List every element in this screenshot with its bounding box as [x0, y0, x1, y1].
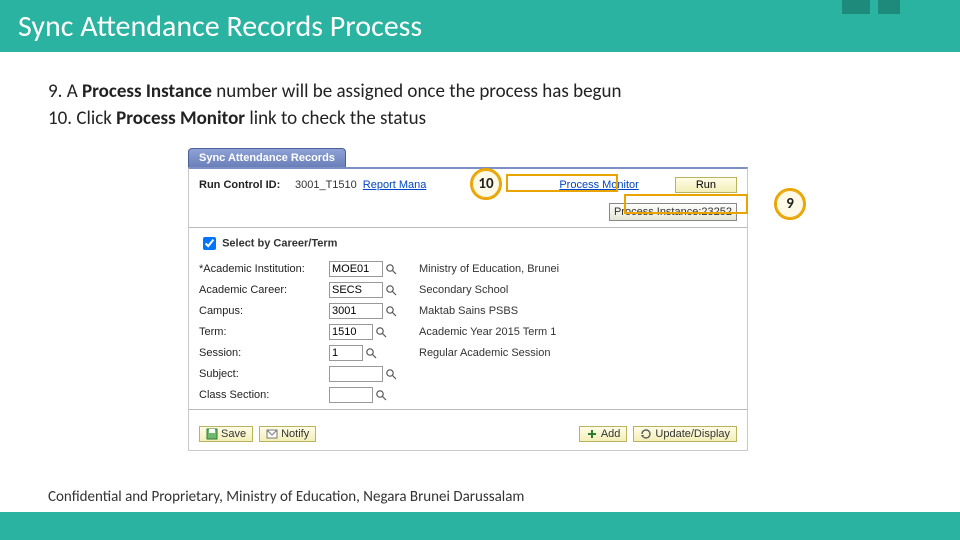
slide-title-bar: Sync Attendance Records Process [0, 0, 960, 52]
step-9-suffix: number will be assigned once the process… [212, 80, 621, 103]
lookup-icon[interactable] [385, 263, 397, 275]
notify-button[interactable]: Notify [259, 426, 316, 442]
save-label: Save [221, 428, 246, 440]
class-section-input[interactable] [329, 387, 373, 403]
process-instance-value: 23252 [701, 206, 732, 218]
institution-input[interactable] [329, 261, 383, 277]
lookup-icon[interactable] [385, 368, 397, 380]
run-button[interactable]: Run [675, 177, 737, 193]
title-accent-1 [842, 0, 870, 14]
notify-label: Notify [281, 428, 309, 440]
step-9: 9. A Process Instance number will be ass… [48, 80, 912, 103]
term-label: Term: [199, 326, 329, 338]
select-by-career-row: Select by Career/Term [199, 234, 737, 253]
footer-bar [0, 512, 960, 540]
career-input[interactable] [329, 282, 383, 298]
confidential-footer: Confidential and Proprietary, Ministry o… [48, 488, 524, 506]
title-accent-2 [878, 0, 900, 14]
career-label: Academic Career: [199, 284, 329, 296]
lookup-icon[interactable] [375, 389, 387, 401]
update-icon [640, 428, 652, 440]
lookup-icon[interactable] [365, 347, 377, 359]
class-section-label: Class Section: [199, 389, 329, 401]
career-desc: Secondary School [419, 284, 649, 296]
step-10-suffix: link to check the status [245, 107, 426, 130]
run-control-row: Run Control ID: 3001_T1510 Report Mana P… [199, 177, 737, 193]
add-label: Add [601, 428, 621, 440]
term-desc: Academic Year 2015 Term 1 [419, 326, 649, 338]
save-button[interactable]: Save [199, 426, 253, 442]
add-button[interactable]: Add [579, 426, 628, 442]
campus-label: Campus: [199, 305, 329, 317]
step-10-bold: Process Monitor [116, 107, 245, 130]
run-control-value: 3001_T1510 [295, 179, 357, 191]
process-instance-box: Process Instance:23252 [609, 203, 737, 221]
session-label: Session: [199, 347, 329, 359]
campus-input[interactable] [329, 303, 383, 319]
institution-desc: Ministry of Education, Brunei [419, 263, 649, 275]
process-monitor-link[interactable]: Process Monitor [559, 179, 638, 191]
lookup-icon[interactable] [375, 326, 387, 338]
add-icon [586, 428, 598, 440]
subject-input[interactable] [329, 366, 383, 382]
notify-icon [266, 428, 278, 440]
select-by-career-checkbox[interactable] [203, 237, 216, 250]
save-icon [206, 428, 218, 440]
run-control-label: Run Control ID: [199, 179, 289, 191]
slide-content: 9. A Process Instance number will be ass… [0, 52, 960, 454]
callout-10: 10 [470, 168, 502, 200]
step-10-prefix: 10. Click [48, 107, 116, 130]
form-panel: Run Control ID: 3001_T1510 Report Mana P… [188, 167, 748, 451]
subject-label: Subject: [199, 368, 329, 380]
institution-label: Academic Institution: [199, 263, 329, 275]
term-input[interactable] [329, 324, 373, 340]
embedded-screenshot: Sync Attendance Records Run Control ID: … [188, 144, 808, 454]
session-desc: Regular Academic Session [419, 347, 649, 359]
select-by-career-label: Select by Career/Term [222, 237, 337, 249]
step-10: 10. Click Process Monitor link to check … [48, 107, 912, 130]
divider [189, 227, 747, 228]
session-input[interactable] [329, 345, 363, 361]
form-grid: Academic Institution: Ministry of Educat… [199, 261, 737, 403]
process-instance-label: Process Instance: [614, 206, 701, 218]
step-9-bold: Process Instance [82, 80, 212, 103]
report-manager-link[interactable]: Report Mana [363, 179, 427, 191]
slide-title: Sync Attendance Records Process [18, 8, 422, 45]
divider [189, 409, 747, 410]
step-9-prefix: 9. A [48, 80, 82, 103]
lookup-icon[interactable] [385, 305, 397, 317]
callout-9: 9 [774, 188, 806, 220]
update-display-label: Update/Display [655, 428, 730, 440]
lookup-icon[interactable] [385, 284, 397, 296]
update-display-button[interactable]: Update/Display [633, 426, 737, 442]
page-tab[interactable]: Sync Attendance Records [188, 148, 346, 167]
campus-desc: Maktab Sains PSBS [419, 305, 649, 317]
footer-buttons-row: Save Notify Add Update/Display [199, 416, 737, 442]
